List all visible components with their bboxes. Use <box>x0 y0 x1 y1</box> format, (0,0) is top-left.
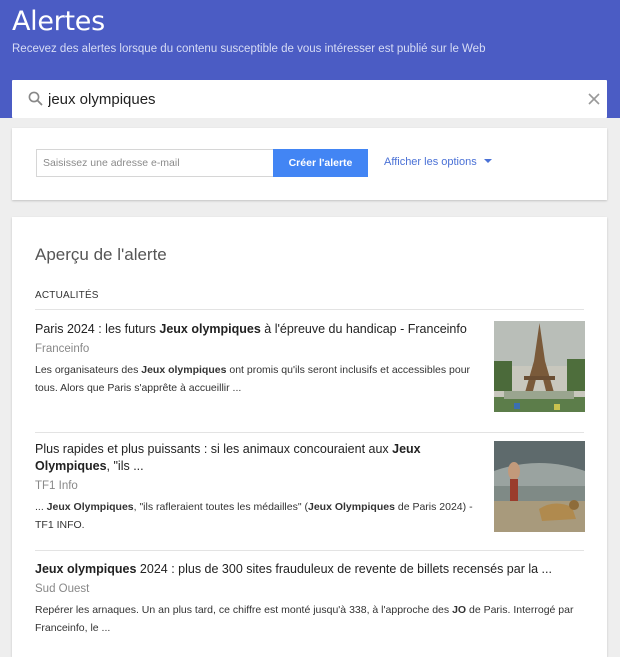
search-bar <box>12 80 607 118</box>
keyword-highlight: Jeux olympiques <box>159 322 261 336</box>
text-fragment: Plus rapides et plus puissants : si les … <box>35 442 393 456</box>
alert-preview-card: Aperçu de l'alerte ACTUALITÉS Paris 2024… <box>12 217 607 657</box>
text-fragment: , "ils rafleraient toutes les médailles"… <box>133 501 308 513</box>
news-item: Plus rapides et plus puissants : si les … <box>35 441 585 541</box>
page-title: Alertes <box>12 6 105 37</box>
news-item: Paris 2024 : les futurs Jeux olympiques … <box>35 321 585 421</box>
text-fragment: Paris 2024 : les futurs <box>35 322 160 336</box>
divider <box>35 550 584 551</box>
keyword-highlight: Jeux olympiques <box>141 364 227 376</box>
news-source: Franceinfo <box>35 343 90 355</box>
keyword-highlight: Jeux Olympiques <box>46 501 134 513</box>
email-field[interactable] <box>36 149 273 177</box>
section-label: ACTUALITÉS <box>35 290 99 301</box>
news-snippet: Les organisateurs des Jeux olympiques on… <box>35 361 475 397</box>
news-snippet: Repérer les arnaques. Un an plus tard, c… <box>35 601 584 637</box>
text-fragment: ... <box>35 501 47 513</box>
news-title[interactable]: Jeux olympiques 2024 : plus de 300 sites… <box>35 561 584 578</box>
divider <box>35 432 584 433</box>
caret-down-icon <box>483 159 492 163</box>
news-item: Jeux olympiques 2024 : plus de 300 sites… <box>35 561 584 651</box>
news-source: TF1 Info <box>35 480 78 492</box>
keyword-highlight: Jeux olympiques <box>35 562 137 576</box>
news-title[interactable]: Paris 2024 : les futurs Jeux olympiques … <box>35 321 475 338</box>
news-source: Sud Ouest <box>35 583 90 595</box>
news-thumbnail-eiffel[interactable] <box>494 321 585 412</box>
text-fragment: , "ils ... <box>106 459 144 473</box>
alert-settings-card: Créer l'alerte Afficher les options <box>12 128 607 200</box>
show-options-link[interactable]: Afficher les options <box>384 156 492 168</box>
close-icon[interactable] <box>586 91 602 107</box>
show-options-label: Afficher les options <box>384 156 477 168</box>
news-title[interactable]: Plus rapides et plus puissants : si les … <box>35 441 475 475</box>
create-alert-button[interactable]: Créer l'alerte <box>273 149 368 177</box>
keyword-highlight: Jeux Olympiques <box>307 501 395 513</box>
preview-title: Aperçu de l'alerte <box>35 245 167 264</box>
search-input[interactable] <box>48 80 568 118</box>
keyword-highlight: JO <box>452 604 467 616</box>
text-fragment: 2024 : plus de 300 sites frauduleux de r… <box>136 562 552 576</box>
search-icon <box>28 91 43 106</box>
divider <box>35 309 584 310</box>
page-subtitle: Recevez des alertes lorsque du contenu s… <box>12 43 486 55</box>
news-thumbnail-athlete[interactable] <box>494 441 585 532</box>
news-snippet: ... Jeux Olympiques, "ils rafleraient to… <box>35 498 475 534</box>
text-fragment: à l'épreuve du handicap - Franceinfo <box>260 322 467 336</box>
text-fragment: Repérer les arnaques. Un an plus tard, c… <box>35 604 453 616</box>
text-fragment: Les organisateurs des <box>35 364 142 376</box>
